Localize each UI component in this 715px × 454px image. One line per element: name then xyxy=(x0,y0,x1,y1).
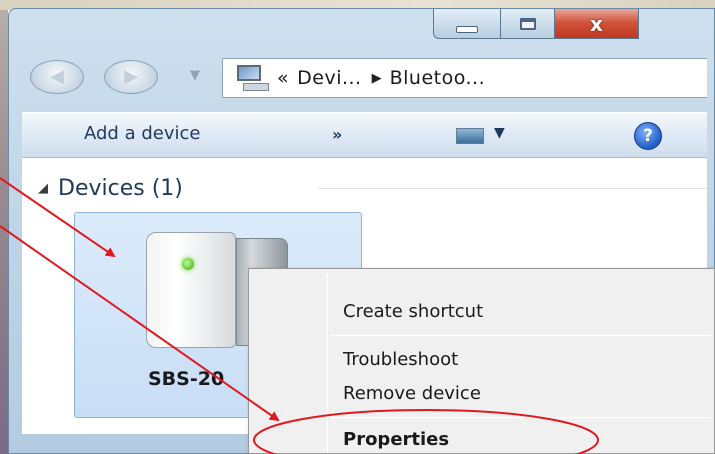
more-commands-button[interactable]: » xyxy=(332,125,342,144)
back-arrow-icon: ◀ xyxy=(50,66,64,87)
menu-item-remove-device[interactable]: Remove device xyxy=(343,383,481,404)
minimize-icon xyxy=(456,26,478,33)
help-icon[interactable]: ? xyxy=(634,122,662,150)
devices-group-title: Devices (1) xyxy=(58,176,183,201)
view-options-dropdown[interactable]: ▼ xyxy=(494,125,505,141)
background-edge xyxy=(0,0,8,454)
close-button[interactable]: x xyxy=(555,9,639,39)
maximize-icon xyxy=(519,17,536,30)
command-bar: Add a device » ▼ ? xyxy=(22,112,707,158)
collapse-toggle-icon[interactable]: ◢ xyxy=(38,181,48,196)
caption-buttons: x xyxy=(433,9,639,45)
close-icon: x xyxy=(590,11,603,36)
address-bar[interactable]: « Devi... ▶ Bluetoo... xyxy=(222,58,707,98)
breadcrumb-devices[interactable]: Devi... xyxy=(297,67,361,89)
menu-item-troubleshoot[interactable]: Troubleshoot xyxy=(343,349,458,370)
minimize-button[interactable] xyxy=(433,9,501,39)
breadcrumb-separator[interactable]: ▶ xyxy=(372,71,382,86)
menu-separator xyxy=(331,335,711,336)
context-menu: Create shortcut Troubleshoot Remove devi… xyxy=(248,268,715,454)
menu-separator xyxy=(331,417,711,418)
change-view-icon[interactable] xyxy=(456,128,484,144)
menu-item-create-shortcut[interactable]: Create shortcut xyxy=(343,301,483,322)
forward-arrow-icon: ▶ xyxy=(124,66,138,87)
maximize-button[interactable] xyxy=(501,9,555,39)
breadcrumb-overflow[interactable]: « xyxy=(277,67,289,89)
breadcrumb-bluetooth[interactable]: Bluetoo... xyxy=(390,67,486,89)
forward-button[interactable]: ▶ xyxy=(104,60,158,94)
recent-pages-dropdown[interactable]: ▼ xyxy=(190,68,200,83)
status-led-icon xyxy=(182,258,194,270)
devices-group-header[interactable]: ◢ Devices (1) xyxy=(38,176,183,201)
menu-item-properties[interactable]: Properties xyxy=(343,429,449,450)
device-name-label: SBS-20 xyxy=(148,368,225,390)
back-button[interactable]: ◀ xyxy=(30,60,84,94)
menu-icon-gutter xyxy=(327,273,328,451)
add-device-button[interactable]: Add a device xyxy=(84,123,200,144)
computer-icon xyxy=(235,65,269,91)
group-divider xyxy=(318,188,707,189)
